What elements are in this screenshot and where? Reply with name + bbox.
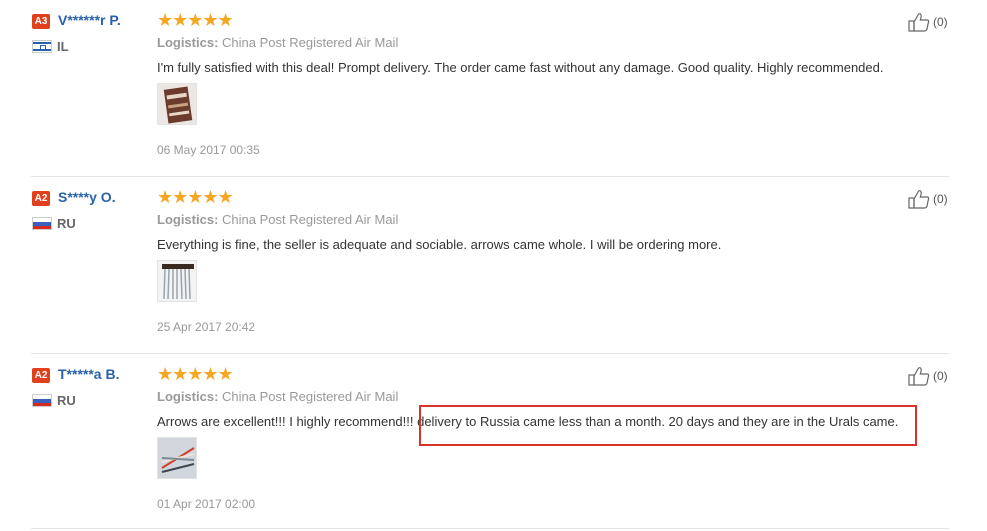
buyer-level-badge: A2 — [32, 191, 50, 206]
star-rating: ★★★★★ — [157, 10, 234, 30]
buyer-name-link[interactable]: S****y O. — [58, 189, 116, 205]
star-rating: ★★★★★ — [157, 187, 234, 207]
highlight-annotation-box — [419, 405, 917, 446]
buyer-country: IL — [57, 39, 69, 54]
helpful-count: (0) — [933, 15, 948, 29]
review-item: A2 S****y O. RU ★★★★★ Logistics: China P… — [0, 177, 987, 354]
review-photo-thumbnail[interactable] — [157, 437, 197, 479]
buyer-name-link[interactable]: V******r P. — [58, 12, 121, 28]
logistics-label: Logistics: — [157, 389, 219, 404]
helpful-count: (0) — [933, 369, 948, 383]
helpful-button[interactable]: (0) — [908, 366, 952, 386]
logistics-value: China Post Registered Air Mail — [222, 389, 399, 404]
buyer-level-badge: A2 — [32, 368, 50, 383]
review-item: A3 V******r P. IL ★★★★★ Logistics: China… — [0, 0, 987, 177]
review-date: 01 Apr 2017 02:00 — [157, 497, 256, 511]
logistics-info: Logistics: China Post Registered Air Mai… — [157, 389, 398, 404]
review-date: 25 Apr 2017 20:42 — [157, 320, 256, 334]
review-divider — [31, 528, 949, 529]
russia-flag-icon — [32, 217, 52, 230]
logistics-info: Logistics: China Post Registered Air Mai… — [157, 35, 398, 50]
thumbs-up-icon — [908, 13, 930, 32]
star-rating: ★★★★★ — [157, 364, 234, 384]
logistics-value: China Post Registered Air Mail — [222, 212, 399, 227]
review-photo-thumbnail[interactable] — [157, 83, 197, 125]
buyer-name-link[interactable]: T*****a B. — [58, 366, 119, 382]
helpful-count: (0) — [933, 192, 948, 206]
russia-flag-icon — [32, 394, 52, 407]
helpful-button[interactable]: (0) — [908, 189, 952, 209]
review-text: I'm fully satisfied with this deal! Prom… — [157, 60, 884, 75]
logistics-label: Logistics: — [157, 35, 219, 50]
helpful-button[interactable]: (0) — [908, 12, 952, 32]
buyer-country: RU — [57, 393, 76, 408]
thumbs-up-icon — [908, 190, 930, 209]
logistics-value: China Post Registered Air Mail — [222, 35, 399, 50]
buyer-level-badge: A3 — [32, 14, 50, 29]
logistics-info: Logistics: China Post Registered Air Mai… — [157, 212, 398, 227]
review-date: 06 May 2017 00:35 — [157, 143, 260, 157]
review-photo-thumbnail[interactable] — [157, 260, 197, 302]
buyer-country: RU — [57, 216, 76, 231]
israel-flag-icon — [32, 40, 52, 53]
thumbs-up-icon — [908, 367, 930, 386]
logistics-label: Logistics: — [157, 212, 219, 227]
review-text: Everything is fine, the seller is adequa… — [157, 237, 722, 252]
